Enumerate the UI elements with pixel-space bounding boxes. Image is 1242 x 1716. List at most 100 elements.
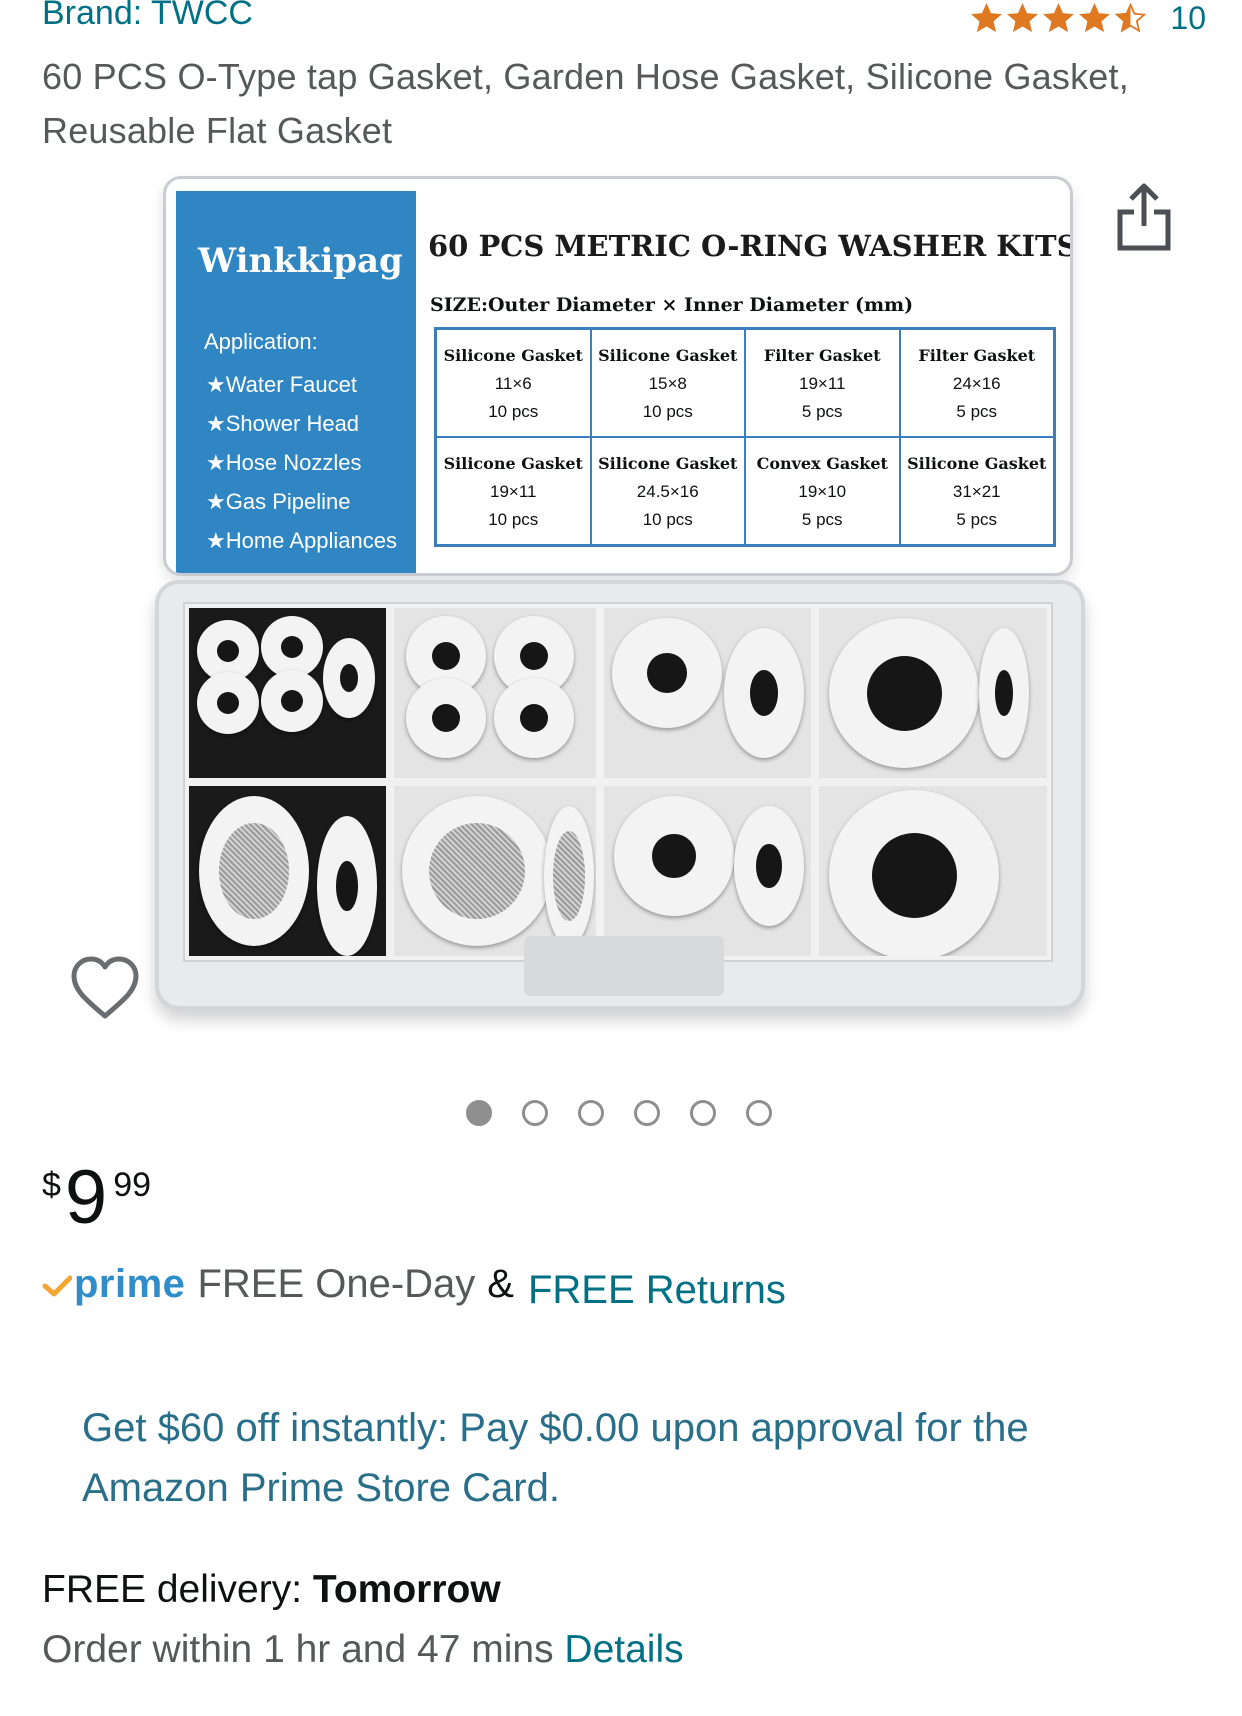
kit-label-sidebar: Winkkipag Application: Water Faucet Show… [176, 191, 416, 573]
rating-count[interactable]: 10 [1170, 0, 1206, 37]
delivery-info: FREE delivery: Tomorrow Order within 1 h… [42, 1560, 684, 1680]
gasket [406, 678, 486, 758]
star-full-icon [1079, 3, 1111, 33]
price-currency: $ [42, 1166, 61, 1204]
prime-check-icon [42, 1275, 72, 1297]
size-cell: Filter Gasket 19×11 5 pcs [745, 329, 900, 437]
star-rating [969, 2, 1148, 35]
order-within-text: Order within 1 hr and 47 mins [42, 1628, 554, 1671]
brand-link[interactable]: Brand: TWCC [42, 0, 253, 33]
delivery-line: FREE delivery: Tomorrow [42, 1560, 684, 1620]
store-card-promo-link[interactable]: Get $60 off instantly: Pay $0.00 upon ap… [82, 1398, 1162, 1518]
compartment [600, 604, 815, 782]
carousel-dot[interactable] [466, 1100, 492, 1126]
box-compartments [183, 602, 1053, 962]
price-whole: 9 [64, 1155, 108, 1240]
gasket-qty: 5 pcs [801, 510, 843, 529]
delivery-date: Tomorrow [312, 1568, 501, 1611]
convex-gasket [614, 796, 734, 916]
gasket-size: 19×11 [799, 374, 846, 393]
gasket [829, 790, 999, 956]
gasket [261, 670, 323, 732]
gasket-qty: 10 pcs [488, 510, 539, 529]
application-item: Gas Pipeline [206, 482, 397, 521]
box-latch [524, 936, 724, 996]
gasket [494, 678, 574, 758]
price-fraction: 99 [113, 1166, 152, 1204]
star-half-icon [1114, 2, 1147, 33]
gasket-qty: 10 pcs [488, 402, 539, 421]
gasket-type: Silicone Gasket [598, 454, 738, 473]
filter-gasket [199, 796, 309, 946]
gasket [612, 618, 722, 728]
gasket-size: 15×8 [648, 374, 687, 393]
compartment [390, 782, 600, 960]
rating[interactable]: 10 [969, 0, 1206, 37]
application-list: Water Faucet Shower Head Hose Nozzles Ga… [206, 365, 397, 560]
gasket-qty: 10 pcs [642, 402, 693, 421]
gasket [197, 672, 259, 734]
gasket-type: Filter Gasket [763, 346, 881, 365]
kit-size-note: SIZE:Outer Diameter × Inner Diameter (mm… [430, 294, 914, 316]
gasket-size: 19×11 [490, 482, 537, 501]
carousel-dot[interactable] [578, 1100, 604, 1126]
size-cell: Silicone Gasket 11×6 10 pcs [436, 329, 591, 437]
size-cell: Silicone Gasket 24.5×16 10 pcs [590, 437, 745, 545]
gasket [317, 816, 377, 956]
gasket-type: Silicone Gasket [443, 346, 583, 365]
size-cell: Convex Gasket 19×10 5 pcs [745, 437, 900, 545]
gasket [323, 638, 375, 718]
application-item: Home Appliances [206, 521, 397, 560]
size-cell: Silicone Gasket 15×8 10 pcs [590, 329, 745, 437]
share-button[interactable] [1112, 178, 1176, 258]
application-item: Shower Head [206, 404, 397, 443]
gasket-size: 31×21 [952, 482, 1001, 501]
gasket-type: Silicone Gasket [598, 346, 738, 365]
compartment [390, 604, 600, 782]
filter-gasket [402, 796, 552, 946]
product-image[interactable]: Winkkipag Application: Water Faucet Show… [155, 170, 1085, 1030]
heart-icon [71, 956, 139, 1019]
star-full-icon [1007, 3, 1039, 33]
gasket-qty: 5 pcs [801, 402, 843, 421]
star-full-icon [971, 3, 1003, 33]
kit-heading: 60 PCS METRIC O-RING WASHER KITS [428, 229, 1073, 263]
free-returns-link[interactable]: FREE Returns [528, 1268, 786, 1313]
gasket-size: 24.5×16 [636, 482, 699, 501]
kit-label-card: Winkkipag Application: Water Faucet Show… [163, 176, 1073, 576]
prime-logo: prime [42, 1262, 185, 1307]
share-icon [1117, 183, 1171, 251]
image-carousel-indicator[interactable] [466, 1100, 772, 1126]
size-cell: Filter Gasket 24×16 5 pcs [899, 329, 1054, 437]
details-link[interactable]: Details [564, 1628, 683, 1671]
application-title: Application: [204, 329, 318, 354]
gasket [724, 628, 804, 758]
application-item: Hose Nozzles [206, 443, 397, 482]
gasket-qty: 5 pcs [956, 510, 998, 529]
gasket [261, 616, 323, 678]
compartment [600, 782, 815, 960]
compartment [815, 782, 1051, 960]
wishlist-button[interactable] [68, 954, 142, 1022]
gasket [829, 618, 979, 768]
kit-brand: Winkkipag [198, 241, 403, 281]
gasket-size: 11×6 [494, 374, 532, 393]
gasket-type: Filter Gasket [918, 346, 1036, 365]
prime-word: prime [74, 1262, 186, 1306]
carousel-dot[interactable] [746, 1100, 772, 1126]
price: $ 9 99 [42, 1160, 151, 1236]
gasket-type: Silicone Gasket [443, 454, 583, 473]
prime-shipping-speed: FREE One-Day [197, 1262, 476, 1306]
size-cell: Silicone Gasket 31×21 5 pcs [899, 437, 1054, 545]
gasket-type: Convex Gasket [756, 454, 888, 473]
gasket-size: 19×10 [798, 482, 847, 501]
carousel-dot[interactable] [522, 1100, 548, 1126]
carousel-dot[interactable] [690, 1100, 716, 1126]
gasket-qty: 5 pcs [956, 402, 998, 421]
gasket-type: Silicone Gasket [907, 454, 1047, 473]
carousel-dot[interactable] [634, 1100, 660, 1126]
convex-gasket [734, 806, 804, 926]
ampersand: & [487, 1262, 514, 1306]
gasket-qty: 10 pcs [642, 510, 693, 529]
size-table: Silicone Gasket 11×6 10 pcs Silicone Gaske… [434, 327, 1056, 547]
